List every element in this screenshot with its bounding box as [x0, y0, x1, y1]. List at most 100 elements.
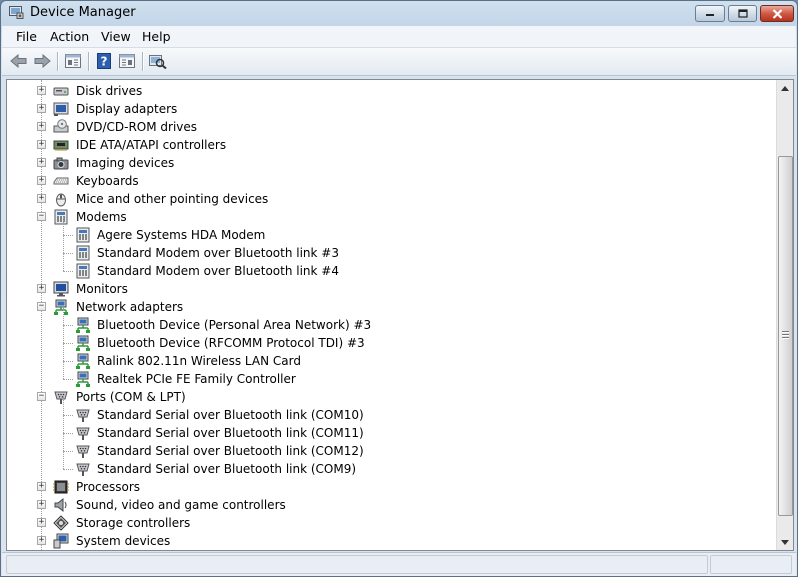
expand-toggle-icon[interactable]: + [37, 518, 46, 527]
network-adapter-icon [76, 353, 90, 369]
storage-controller-icon [53, 515, 69, 531]
grip-line [782, 334, 789, 335]
modem-icon [76, 227, 90, 243]
expand-toggle-icon[interactable]: + [37, 500, 46, 509]
tree-category-node[interactable]: + Storage controllers [7, 514, 767, 532]
tree-category-node[interactable]: + DVD/CD-ROM drives [7, 118, 767, 136]
modem-icon [76, 245, 90, 261]
properties-button[interactable] [63, 52, 83, 70]
tree-node-label: IDE ATA/ATAPI controllers [76, 138, 227, 152]
tree-node-label: Imaging devices [76, 156, 175, 170]
tree-device-node[interactable]: Standard Serial over Bluetooth link (COM… [7, 397, 767, 424]
expand-toggle-icon[interactable]: + [37, 284, 46, 293]
tree-category-node[interactable]: + Keyboards [7, 172, 767, 190]
tree-node-label: Display adapters [76, 102, 178, 116]
menu-bar: File Action View Help [2, 26, 796, 48]
tree-device-node[interactable]: Standard Modem over Bluetooth link #4 [7, 253, 767, 280]
tree-device-node[interactable]: Standard Modem over Bluetooth link #3 [7, 235, 767, 262]
window-title: Device Manager [30, 5, 136, 20]
device-tree-view[interactable]: + Disk drives + Display adapters + DVD/CD-ROM… [6, 79, 794, 551]
dvd-drive-icon [53, 119, 69, 133]
scan-hardware-button[interactable] [148, 52, 168, 70]
tree-device-node[interactable]: Bluetooth Device (Personal Area Network)… [7, 307, 767, 334]
expand-toggle-icon[interactable]: + [37, 482, 46, 491]
tree-node-label: Bluetooth Device (RFCOMM Protocol TDI) #… [97, 336, 365, 350]
status-cell-main [6, 555, 708, 574]
tree-node-label: Keyboards [76, 174, 139, 188]
camera-icon [53, 157, 69, 170]
port-icon [76, 409, 90, 422]
tree-device-node[interactable]: Standard Serial over Bluetooth link (COM… [7, 415, 767, 442]
tree-device-node[interactable]: Standard Serial over Bluetooth link (COM… [7, 433, 767, 460]
network-adapter-icon [76, 317, 90, 333]
title-bar[interactable]: Device Manager [1, 1, 797, 25]
expand-toggle-icon[interactable]: + [37, 104, 46, 113]
vertical-scrollbar[interactable] [776, 80, 793, 550]
tree-category-node[interactable]: + Monitors [7, 280, 767, 298]
tree-node-label: Standard Serial over Bluetooth link (COM… [97, 462, 357, 476]
expand-toggle-icon[interactable]: + [37, 158, 46, 167]
tree-category-node[interactable]: + Imaging devices [7, 154, 767, 172]
tree-node-label: Realtek PCIe FE Family Controller [97, 372, 296, 386]
tree-branch-line [63, 451, 73, 452]
forward-button[interactable] [32, 52, 52, 70]
tree-node-label: Standard Serial over Bluetooth link (COM… [97, 444, 364, 458]
tree-category-node[interactable]: + IDE ATA/ATAPI controllers [7, 136, 767, 154]
menu-help[interactable]: Help [142, 29, 171, 44]
tree-connector-line [63, 361, 64, 379]
expand-toggle-icon[interactable]: + [37, 176, 46, 185]
show-hidden-button[interactable] [117, 52, 137, 70]
status-bar [2, 552, 796, 576]
tree-device-node[interactable]: Standard Serial over Bluetooth link (COM… [7, 451, 767, 478]
scroll-down-button[interactable] [777, 534, 793, 550]
tree-connector-line [63, 343, 64, 361]
tree-node-label: Standard Modem over Bluetooth link #3 [97, 246, 339, 260]
minimize-button[interactable] [695, 5, 725, 22]
collapse-toggle-icon[interactable]: − [37, 302, 46, 311]
device-manager-app-icon [9, 6, 24, 19]
toolbar: ? [2, 48, 796, 76]
menu-action[interactable]: Action [50, 29, 89, 44]
back-button[interactable] [9, 52, 29, 70]
toolbar-separator [57, 52, 58, 71]
tree-node-label: Standard Serial over Bluetooth link (COM… [97, 408, 364, 422]
tree-device-node[interactable]: Bluetooth Device (RFCOMM Protocol TDI) #… [7, 325, 767, 352]
modem-icon [76, 263, 90, 279]
toolbar-separator [142, 52, 143, 71]
tree-node-label: Network adapters [76, 300, 184, 314]
collapse-toggle-icon[interactable]: − [37, 392, 46, 401]
tree-branch-line [63, 361, 73, 362]
tree-node-label: Bluetooth Device (Personal Area Network)… [97, 318, 372, 332]
tree-category-node[interactable]: − Modems [7, 208, 767, 226]
tree-category-node[interactable]: − Ports (COM & LPT) [7, 388, 767, 406]
scroll-up-button[interactable] [777, 80, 793, 96]
tree-category-node[interactable]: + Sound, video and game controllers [7, 496, 767, 514]
tree-branch-line [63, 343, 73, 344]
tree-category-node[interactable]: − Network adapters [7, 298, 767, 316]
scroll-thumb[interactable] [778, 156, 793, 516]
expand-toggle-icon[interactable]: + [37, 122, 46, 131]
tree-device-node[interactable]: Realtek PCIe FE Family Controller [7, 361, 767, 388]
close-button[interactable] [760, 5, 794, 22]
tree-device-node[interactable]: Agere Systems HDA Modem [7, 217, 767, 244]
tree-category-node[interactable]: + Display adapters [7, 100, 767, 118]
tree-node-label: Ralink 802.11n Wireless LAN Card [97, 354, 301, 368]
expand-toggle-icon[interactable]: + [37, 140, 46, 149]
help-button[interactable]: ? [94, 52, 114, 70]
tree-node-label: Processors [76, 480, 141, 494]
expand-toggle-icon[interactable]: + [37, 194, 46, 203]
tree-category-node[interactable]: + Mice and other pointing devices [7, 190, 767, 208]
expand-toggle-icon[interactable]: + [37, 86, 46, 95]
maximize-button[interactable] [728, 5, 757, 22]
tree-category-node[interactable]: + Processors [7, 478, 767, 496]
grip-line [782, 331, 789, 332]
collapse-toggle-icon[interactable]: − [37, 212, 46, 221]
tree-branch-line [63, 379, 73, 380]
menu-view[interactable]: View [101, 29, 131, 44]
menu-file[interactable]: File [16, 29, 37, 44]
network-adapter-icon [54, 299, 68, 315]
expand-toggle-icon[interactable]: + [37, 536, 46, 545]
tree-category-node[interactable]: + Disk drives [7, 82, 767, 100]
tree-category-node[interactable]: + System devices [7, 532, 767, 550]
tree-device-node[interactable]: Ralink 802.11n Wireless LAN Card [7, 343, 767, 370]
